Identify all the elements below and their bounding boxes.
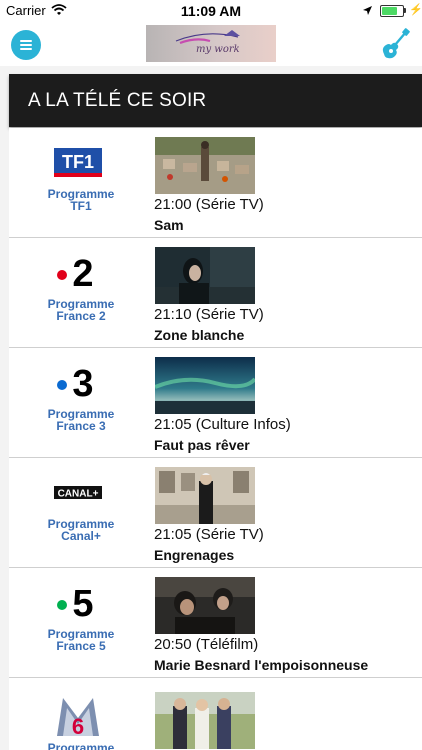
program-row-france5[interactable]: 5 Programme France 5 20:50 (Téléfilm) Ma…: [9, 568, 422, 677]
program-thumbnail[interactable]: [155, 137, 255, 194]
program-time: 21:05 (Culture Infos): [154, 416, 291, 433]
program-thumbnail[interactable]: [155, 247, 255, 304]
program-title: Sam: [154, 217, 184, 233]
program-link-channel: France 3: [56, 419, 106, 433]
france3-logo: 3: [53, 357, 103, 407]
france2-logo-text: 2: [72, 253, 93, 295]
program-link-france5[interactable]: Programme France 5: [25, 628, 137, 652]
program-thumbnail[interactable]: [155, 357, 255, 414]
section-title: A LA TÉLÉ CE SOIR: [28, 90, 207, 111]
program-link-france3[interactable]: Programme France 3: [25, 408, 137, 432]
program-link-canal[interactable]: Programme Canal+: [25, 518, 137, 542]
program-time: 21:10 (Série TV): [154, 306, 264, 323]
location-icon: [362, 4, 373, 19]
section-header: A LA TÉLÉ CE SOIR: [9, 74, 422, 127]
menu-button[interactable]: [11, 30, 41, 60]
program-link-france2[interactable]: Programme France 2: [25, 298, 137, 322]
program-time: 21:00 (Série TV): [154, 196, 264, 213]
program-row-canal[interactable]: CANAL+ Programme Canal+ 21:05 (Série TV)…: [9, 458, 422, 567]
menu-icon-line: [20, 44, 32, 46]
france2-logo: 2: [53, 247, 103, 297]
m6-logo-text: 6: [72, 714, 84, 739]
menu-icon-line: [20, 48, 32, 50]
program-time: 20:50 (Téléfilm): [154, 636, 259, 653]
program-link-channel: Canal+: [61, 529, 101, 543]
charging-icon: ⚡: [409, 4, 422, 16]
program-list: A LA TÉLÉ CE SOIR TF1 Programme TF1 21:0…: [0, 66, 422, 750]
program-link-m6[interactable]: Programme M6: [25, 742, 137, 750]
tf1-logo-text: TF1: [62, 152, 94, 172]
logo-text: my work: [196, 44, 240, 55]
menu-icon-line: [20, 40, 32, 42]
battery-tip: [404, 8, 406, 13]
program-thumbnail[interactable]: [155, 577, 255, 634]
canalplus-logo: CANAL+: [53, 467, 103, 517]
guitar-icon: [382, 28, 410, 59]
program-link-channel: TF1: [70, 199, 92, 213]
program-title: Marie Besnard l'empoisonneuse: [154, 657, 369, 673]
status-bar: Carrier 11:09 AM ⚡: [0, 0, 422, 22]
program-thumbnail[interactable]: [155, 467, 255, 524]
guitar-button[interactable]: [380, 28, 410, 65]
m6-logo: 6: [53, 692, 103, 742]
nav-bar: my work: [0, 22, 422, 66]
program-link-label: Programme: [47, 741, 115, 750]
program-row-m6[interactable]: 6 Programme M6: [9, 678, 422, 750]
program-row-france3[interactable]: 3 Programme France 3 21:05 (Culture Info…: [9, 348, 422, 457]
france5-logo-text: 5: [72, 583, 93, 625]
program-link-tf1[interactable]: Programme TF1: [25, 188, 137, 212]
canalplus-logo-text: CANAL+: [58, 489, 99, 500]
status-time: 11:09 AM: [180, 3, 242, 19]
tf1-logo: TF1: [53, 137, 103, 187]
battery-level: [382, 7, 397, 15]
program-thumbnail[interactable]: [155, 692, 255, 749]
battery-icon: [380, 5, 404, 17]
program-row-france2[interactable]: 2 Programme France 2 21:10 (Série TV) Zo…: [9, 238, 422, 347]
program-link-channel: France 5: [56, 639, 106, 653]
program-title: Zone blanche: [154, 327, 245, 343]
program-title: Engrenages: [154, 547, 235, 563]
france5-logo: 5: [53, 577, 103, 627]
france3-logo-text: 3: [72, 363, 93, 405]
program-time: 21:05 (Série TV): [154, 526, 264, 543]
program-link-channel: France 2: [56, 309, 106, 323]
app-logo: my work: [146, 25, 276, 62]
program-title: Faut pas rêver: [154, 437, 250, 453]
program-row-tf1[interactable]: TF1 Programme TF1 21:00 (Série TV) Sam: [9, 128, 422, 237]
